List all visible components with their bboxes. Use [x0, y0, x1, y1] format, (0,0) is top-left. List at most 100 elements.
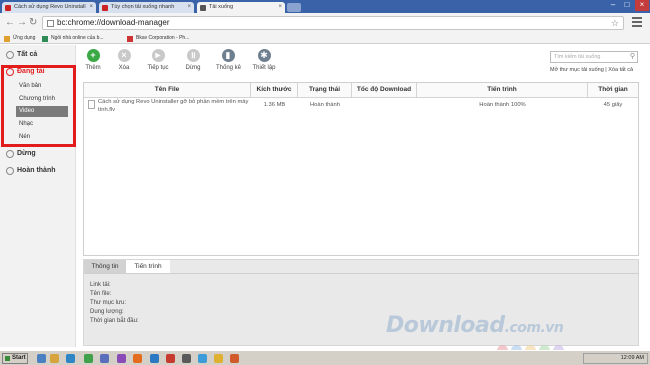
taskbar: Start 12:09 AM	[0, 350, 650, 365]
info-start-time-label: Thời gian bắt đầu:	[90, 318, 139, 324]
bookmark-label: Bkav Corporation - Ph...	[136, 35, 190, 41]
app-icon[interactable]	[182, 354, 191, 363]
search-placeholder: Tìm kiếm tải xuống	[554, 54, 601, 60]
size-cell: 1.36 MB	[263, 102, 286, 108]
close-tab-icon[interactable]: ×	[187, 2, 191, 13]
sidebar-item-stopped[interactable]: Dừng	[5, 149, 36, 159]
app-icon[interactable]	[100, 354, 109, 363]
app-icon[interactable]	[117, 354, 126, 363]
bookmark-item-2[interactable]: Bkav Corporation - Ph...	[127, 34, 189, 43]
reload-icon[interactable]: ↻	[29, 17, 37, 29]
bookmark-star-icon[interactable]: ☆	[611, 17, 619, 29]
sidebar-item-all[interactable]: Tất cả	[5, 50, 37, 60]
column-header-time[interactable]: Thời gian	[588, 83, 638, 98]
downloads-table: Tên File Kích thước Trạng thái Tốc độ Do…	[83, 82, 639, 256]
new-tab-button[interactable]	[287, 3, 301, 12]
youtube-favicon-icon	[102, 5, 108, 11]
bookmark-apps[interactable]: Ứng dụng	[4, 34, 35, 43]
app-icon[interactable]	[84, 354, 93, 363]
watermark-brand: Download	[386, 313, 505, 338]
add-button[interactable]: + Thêm	[81, 49, 105, 71]
search-input[interactable]: Tìm kiếm tải xuống ⚲	[550, 51, 638, 63]
tab-progress[interactable]: Tiến trình	[126, 260, 170, 273]
bookmark-label: Ứng dụng	[13, 35, 36, 41]
delete-button[interactable]: × Xóa	[112, 49, 136, 71]
panel-divider	[84, 273, 638, 274]
resume-button[interactable]: ► Tiếp tục	[146, 49, 170, 71]
sidebar-label: Dừng	[17, 150, 36, 157]
folder-icon[interactable]	[50, 354, 59, 363]
bookmark-item-1[interactable]: Ngồi nhà online của b...	[42, 34, 104, 43]
sidebar-label: Hoàn thành	[17, 167, 56, 174]
progress-cell: Hoàn thành 100%	[479, 102, 526, 108]
clear-all-link[interactable]: Xóa tất cả	[608, 67, 633, 73]
system-tray: 12:09 AM	[583, 353, 648, 364]
column-header-file-name[interactable]: Tên File	[84, 83, 251, 98]
forward-icon[interactable]: →	[17, 17, 27, 29]
stats-button[interactable]: ▮ Thống kê	[216, 49, 242, 71]
chrome-icon[interactable]	[214, 354, 223, 363]
action-label: Thiết lập	[252, 65, 276, 71]
close-tab-icon[interactable]: ×	[278, 2, 282, 13]
watermark-domain: .com.vn	[504, 320, 564, 336]
action-label: Thêm	[85, 65, 101, 71]
menu-icon[interactable]	[632, 17, 642, 28]
time-cell: 45 giây	[603, 102, 623, 108]
sidebar-label: Tất cả	[17, 51, 38, 58]
close-icon: ×	[117, 49, 131, 62]
action-label: Tiếp tục	[147, 65, 169, 71]
column-header-size[interactable]: Kích thước	[251, 83, 298, 98]
download-favicon-icon	[200, 5, 206, 11]
sidebar-item-completed[interactable]: Hoàn thành	[5, 166, 56, 176]
app-icon[interactable]	[230, 354, 239, 363]
close-tab-icon[interactable]: ×	[89, 2, 93, 13]
browser-tab-1[interactable]: Cách sử dụng Revo Uninstall ×	[2, 2, 96, 13]
file-name-cell: Cách sử dụng Revo Uninstaller gỡ bỏ phần…	[98, 99, 249, 113]
highlight-box	[1, 65, 76, 147]
back-icon[interactable]: ←	[5, 17, 15, 29]
tab-info[interactable]: Thông tin	[84, 260, 126, 273]
search-icon[interactable]: ⚲	[630, 53, 635, 61]
info-link-label: Link tải:	[90, 282, 111, 288]
pause-icon: ॥	[186, 49, 200, 62]
open-folder-link[interactable]: Mở thư mục tải xuống	[550, 67, 604, 73]
start-button[interactable]: Start	[2, 353, 28, 364]
pause-button[interactable]: ॥ Dừng	[181, 49, 205, 71]
app-icon[interactable]	[150, 354, 159, 363]
info-size-label: Dung lượng:	[90, 309, 124, 315]
start-label: Start	[12, 355, 26, 361]
close-window-icon[interactable]: ×	[635, 0, 649, 11]
tab-3-label: Tải xuống	[209, 4, 234, 10]
tab-strip: Cách sử dụng Revo Uninstall × Tùy chọn t…	[0, 0, 650, 13]
plus-icon: +	[86, 49, 100, 62]
download-watermark-logo: Download.com.vn	[386, 313, 564, 338]
action-label: Dừng	[185, 65, 201, 71]
browser-tab-3[interactable]: Tải xuống ×	[197, 2, 285, 13]
address-text: bc:chrome://download-manager	[57, 18, 170, 27]
gear-icon: ✱	[257, 49, 271, 62]
action-label: Xóa	[118, 65, 130, 71]
settings-button[interactable]: ✱ Thiết lập	[252, 49, 276, 71]
column-header-speed[interactable]: Tốc độ Download	[352, 83, 417, 98]
address-bar[interactable]: bc:chrome://download-manager ☆	[42, 16, 624, 30]
browser-tab-2[interactable]: Tùy chọn tải xuống nhanh ×	[99, 2, 194, 13]
column-header-progress[interactable]: Tiến trình	[417, 83, 588, 98]
minimize-icon[interactable]: –	[606, 0, 620, 11]
maximize-icon[interactable]: □	[620, 0, 634, 11]
bookmark-favicon-icon	[42, 36, 48, 42]
circle-icon	[6, 150, 14, 158]
ie-icon[interactable]	[66, 354, 75, 363]
toolbar-links: Mở thư mục tải xuống | Xóa tất cả	[550, 67, 633, 73]
explorer-icon[interactable]	[37, 354, 46, 363]
firefox-icon[interactable]	[133, 354, 142, 363]
app-icon[interactable]	[166, 354, 175, 363]
info-folder-label: Thư mục lưu:	[90, 300, 127, 306]
bookmarks-bar: Ứng dụng Ngồi nhà online của b... Bkav C…	[0, 33, 650, 44]
app-icon[interactable]	[198, 354, 207, 363]
apps-grid-icon	[4, 36, 10, 42]
column-header-status[interactable]: Trạng thái	[298, 83, 352, 98]
browser-toolbar: ← → ↻ bc:chrome://download-manager ☆	[0, 13, 650, 33]
clock: 12:09 AM	[620, 355, 644, 361]
action-label: Thống kê	[216, 65, 242, 71]
windows-logo-icon	[5, 356, 10, 361]
